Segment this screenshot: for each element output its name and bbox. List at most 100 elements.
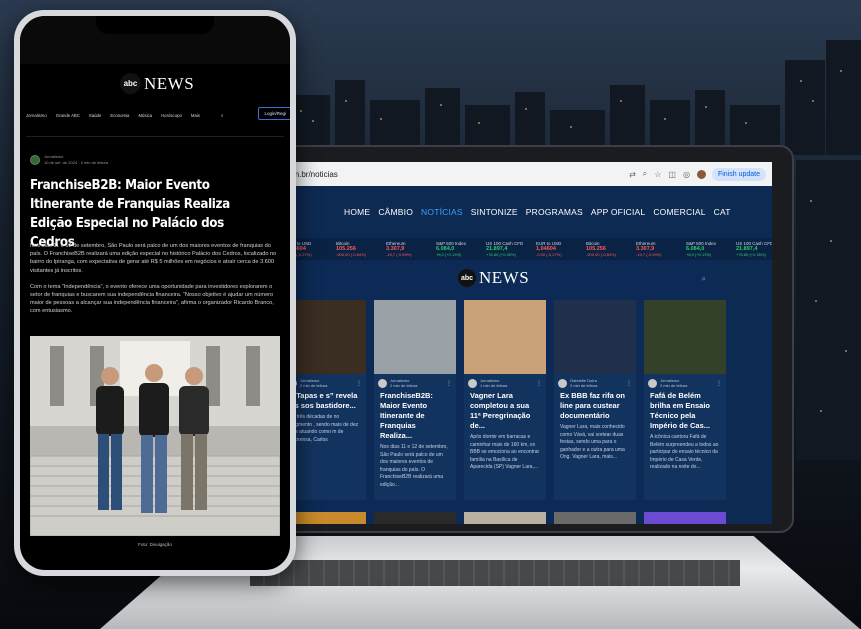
abc-logo-circle: abc	[458, 269, 476, 287]
author-avatar[interactable]	[30, 154, 40, 165]
phone-screen: abc NEWS Jornalismo Grande ABC Saúde Econom…	[20, 16, 290, 570]
nav-item[interactable]: APP OFICIAL	[591, 207, 645, 217]
phone-navigation: Jornalismo Grande ABC Saúde Economia Música H…	[20, 106, 290, 124]
abc-news-logo[interactable]: abc NEWS	[458, 268, 529, 288]
news-card-meta: Jornalismo 1 min de leitura ⋮	[464, 374, 546, 388]
browser-toolbar: om.br/noticias ⇄ ⌕ ☆ ◫ ◎ Finish update	[282, 162, 772, 186]
nav-item[interactable]: PROGRAMAS	[526, 207, 583, 217]
nav-item[interactable]: Horóscopo	[161, 113, 182, 118]
news-card-excerpt: Vagner Lara, mais conhecido como Vává, v…	[560, 424, 625, 460]
reading-list-icon[interactable]: ◎	[683, 170, 690, 179]
ticker-item[interactable]: US 100 Cash CFD 21.897,4 +76,80 (+0,35%)	[486, 238, 530, 260]
nav-item[interactable]: CAT	[714, 207, 731, 217]
article-paragraph: Nos dias 11 e 12 de setembro, São Paulo …	[30, 243, 277, 274]
profile-avatar[interactable]	[696, 169, 706, 179]
news-card-thumbnail[interactable]	[284, 512, 366, 524]
news-card-title[interactable]: Fafá de Belém brilha em Ensaio Técnico p…	[644, 388, 726, 431]
ticker-item[interactable]: Bitcoin 105.256 -900,00 (-0,84%)	[586, 238, 630, 260]
news-card-author-info: Gabrielle Dutra 2 min de leitura	[570, 378, 597, 388]
market-ticker: EUR to USD1,04604-0,00 (-0,27%) Bitcoin10…	[282, 238, 772, 260]
news-card[interactable]: Jornalismo 2 min de leitura ⋮ FranchiseB2B:…	[374, 300, 456, 500]
ticker-change: -900,00 (-0,84%)	[336, 252, 367, 257]
extensions-icon[interactable]: ◫	[668, 170, 676, 179]
news-card-author-info: Jornalismo 1 min de leitura	[480, 378, 507, 388]
ticker-item[interactable]: S&P 500 Index 6.084,0 +8,0 (+0,13%)	[686, 238, 730, 260]
more-options-icon[interactable]: ⋮	[446, 380, 452, 387]
nav-item[interactable]: Grande ABC	[56, 113, 80, 118]
ticker-item[interactable]: Bitcoin 105.256 -900,00 (-0,84%)	[336, 238, 380, 260]
translate-icon[interactable]: ⇄	[629, 170, 636, 179]
news-card-thumbnail[interactable]	[554, 512, 636, 524]
author-avatar	[648, 378, 657, 388]
ticker-item[interactable]: Ethereum 3.307,9 -19,7 (-0,59%)	[386, 238, 430, 260]
news-wordmark: NEWS	[479, 268, 530, 287]
article-photo	[30, 336, 280, 536]
abc-news-logo[interactable]: abc NEWS	[120, 73, 194, 94]
nav-item[interactable]: Mais	[191, 113, 200, 118]
article-date: 10 de set. de 2024	[44, 159, 78, 165]
news-card-read-time: 2 min de leitura	[390, 383, 418, 388]
nav-item[interactable]: COMERCIAL	[653, 207, 705, 217]
nav-item[interactable]: HOME	[344, 207, 370, 217]
author-avatar	[558, 378, 567, 388]
ticker-item[interactable]: US 100 Cash CFD 21.897,4 +76,80 (+0,35%)	[736, 238, 772, 260]
ticker-item[interactable]: S&P 500 Index 6.084,0 +8,0 (+0,13%)	[436, 238, 480, 260]
read-time: 2 min de leitura	[80, 159, 109, 165]
news-card-thumbnail[interactable]	[374, 512, 456, 524]
article-author: Jornalismo 10 de set. de 2024 · 2 min de…	[30, 154, 108, 165]
news-card-thumbnail[interactable]	[284, 300, 366, 374]
nav-item[interactable]: Saúde	[89, 113, 101, 118]
divider	[26, 136, 284, 137]
ticker-item[interactable]: Ethereum 3.307,9 -19,7 (-0,59%)	[636, 238, 680, 260]
nav-item[interactable]: Jornalismo	[26, 113, 47, 118]
nav-item[interactable]: CÂMBIO	[378, 207, 413, 217]
news-card-read-time: 1 min de leitura	[480, 383, 508, 388]
ticker-change: -19,7 (-0,59%)	[636, 252, 662, 257]
news-card[interactable]: Jornalismo 2 min de leitura ⋮ e Tapas e s” …	[284, 300, 366, 500]
more-options-icon[interactable]: ⋮	[716, 380, 722, 387]
search-icon[interactable]: ⌕	[702, 274, 706, 284]
site-navigation: HOME CÂMBIO NOTÍCIAS SINTONIZE PROGRAMAS APP …	[282, 186, 772, 238]
zoom-icon[interactable]: ⌕	[643, 169, 647, 179]
article-date-readtime: 10 de set. de 2024 · 2 min de leitura	[44, 159, 109, 165]
ticker-change: -19,7 (-0,59%)	[386, 252, 412, 257]
more-options-icon[interactable]: ⋮	[536, 380, 542, 387]
search-icon[interactable]: ⌕	[221, 113, 223, 118]
news-card-title[interactable]: Ex BBB faz rifa on line para custear doc…	[554, 388, 636, 421]
more-options-icon[interactable]: ⋮	[626, 380, 632, 387]
news-card[interactable]: Jornalismo 2 min de leitura ⋮ Fafá de Belém…	[644, 300, 726, 500]
news-card-thumbnail[interactable]	[374, 300, 456, 374]
news-card-excerpt: A icônica cantora Fafá de Belém surpreen…	[650, 434, 719, 470]
news-card[interactable]: Jornalismo 1 min de leitura ⋮ Vagner Lara c…	[464, 300, 546, 500]
author-avatar	[378, 378, 387, 388]
news-card[interactable]: Gabrielle Dutra 2 min de leitura ⋮ Ex BBB f…	[554, 300, 636, 500]
nav-item[interactable]: Economia	[110, 113, 129, 118]
news-card-title[interactable]: Vagner Lara completou a sua 11ª Peregrin…	[464, 388, 546, 431]
author-avatar	[468, 378, 477, 388]
finish-update-button[interactable]: Finish update	[711, 167, 766, 181]
nav-item[interactable]: NOTÍCIAS	[421, 207, 463, 217]
ticker-change: -900,00 (-0,84%)	[586, 252, 617, 257]
ticker-item[interactable]: EUR to USD1,04604-0,00 (-0,27%)	[536, 238, 580, 260]
news-card-meta: Gabrielle Dutra 2 min de leitura ⋮	[554, 374, 636, 388]
more-options-icon[interactable]: ⋮	[356, 380, 362, 387]
news-card-author-info: Jornalismo 2 min de leitura	[300, 378, 327, 388]
nav-item[interactable]: SINTONIZE	[471, 207, 518, 217]
news-card-title[interactable]: FranchiseB2B: Maior Evento Itinerante de…	[374, 388, 456, 441]
news-card-thumbnail[interactable]	[554, 300, 636, 374]
bookmark-star-icon[interactable]: ☆	[654, 170, 661, 179]
news-card-thumbnail[interactable]	[644, 300, 726, 374]
news-card-read-time: 2 min de leitura	[660, 383, 688, 388]
login-button[interactable]: Login/Regi	[258, 107, 290, 120]
browser-actions: ⇄ ⌕ ☆ ◫ ◎	[629, 169, 706, 179]
news-card-title[interactable]: e Tapas e s” revela os sos bastidore...	[284, 388, 366, 411]
laptop-screen: om.br/noticias ⇄ ⌕ ☆ ◫ ◎ Finish update H…	[282, 162, 772, 524]
news-card-thumbnail[interactable]	[644, 512, 726, 524]
address-bar[interactable]: om.br/noticias	[288, 170, 629, 179]
news-card-thumbnail[interactable]	[464, 512, 546, 524]
nav-item[interactable]: Música	[138, 113, 152, 118]
article-title: FranchiseB2B: Maior Evento Itinerante de…	[30, 178, 230, 250]
news-card-list: Jornalismo 2 min de leitura ⋮ e Tapas e s” …	[284, 300, 726, 500]
news-card-author-info: Jornalismo 2 min de leitura	[390, 378, 417, 388]
news-card-thumbnail[interactable]	[464, 300, 546, 374]
